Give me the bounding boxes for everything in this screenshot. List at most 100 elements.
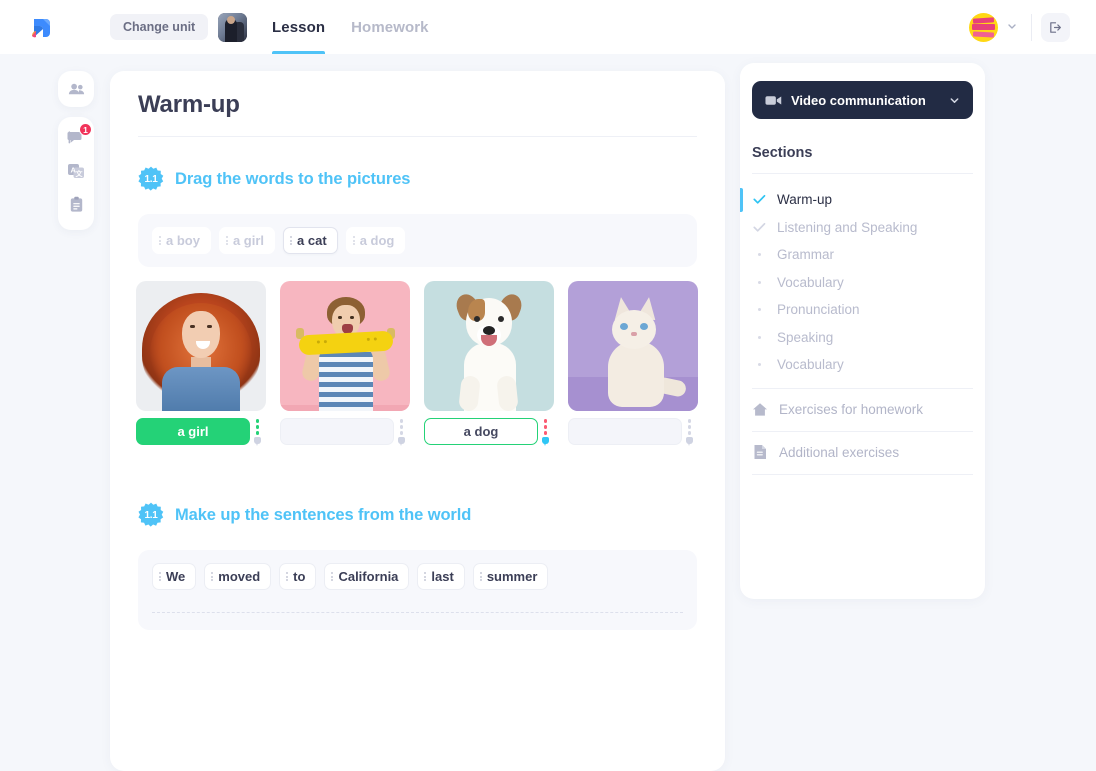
left-rail-group-2: 1 A 文 bbox=[58, 117, 94, 230]
drag-handle-icon[interactable] bbox=[424, 572, 426, 581]
answer-box[interactable] bbox=[568, 418, 682, 445]
answer-drop-divider bbox=[152, 612, 683, 613]
word-chip[interactable]: California bbox=[324, 563, 409, 590]
svg-text:文: 文 bbox=[76, 169, 84, 178]
word-chip[interactable]: a boy bbox=[152, 227, 211, 254]
answer-status-marker[interactable] bbox=[397, 419, 406, 444]
logout-button[interactable] bbox=[1041, 13, 1070, 42]
sidebar-item-vocabulary-1[interactable]: Vocabulary bbox=[740, 269, 985, 297]
answer-cell-girl: a girl bbox=[136, 418, 266, 445]
word-chip[interactable]: a girl bbox=[219, 227, 275, 254]
exercise-number-badge: 1.1 bbox=[138, 166, 164, 192]
additional-exercises-label: Additional exercises bbox=[779, 445, 899, 460]
document-icon bbox=[752, 444, 768, 460]
answer-box[interactable] bbox=[280, 418, 394, 445]
picture-cat[interactable] bbox=[568, 281, 698, 411]
sections-divider bbox=[752, 173, 973, 174]
topbar-divider bbox=[1031, 14, 1032, 41]
answer-cell-cat bbox=[568, 418, 698, 445]
sidebar-item-label: Pronunciation bbox=[777, 302, 860, 317]
picture-dog[interactable] bbox=[424, 281, 554, 411]
sidebar-item-label: Warm-up bbox=[777, 192, 832, 207]
left-rail-group-1 bbox=[58, 71, 94, 107]
answer-status-marker[interactable] bbox=[253, 419, 262, 444]
check-icon bbox=[752, 194, 766, 205]
drag-handle-icon[interactable] bbox=[159, 236, 161, 245]
drag-handle-icon[interactable] bbox=[331, 572, 333, 581]
word-chip-label: summer bbox=[487, 569, 538, 584]
sidebar-item-label: Grammar bbox=[777, 247, 834, 262]
word-chip-label: We bbox=[166, 569, 185, 584]
word-chip-label: to bbox=[293, 569, 305, 584]
picture-row bbox=[136, 281, 698, 411]
word-chip[interactable]: moved bbox=[204, 563, 271, 590]
picture-boy[interactable] bbox=[280, 281, 410, 411]
drag-handle-icon[interactable] bbox=[286, 572, 288, 581]
word-chip[interactable]: summer bbox=[473, 563, 549, 590]
clipboard-icon[interactable] bbox=[65, 193, 87, 215]
chevron-down-icon[interactable] bbox=[1007, 21, 1017, 31]
exercises-for-homework-label: Exercises for homework bbox=[779, 402, 923, 417]
word-chip-label: last bbox=[431, 569, 453, 584]
answer-cell-dog: a dog bbox=[424, 418, 554, 445]
sidebar-item-warm-up[interactable]: Warm-up bbox=[740, 186, 985, 214]
word-chip[interactable]: a dog bbox=[346, 227, 406, 254]
answer-status-marker[interactable] bbox=[685, 419, 694, 444]
chevron-down-icon bbox=[949, 95, 960, 106]
exercise-1-header: 1.1 Drag the words to the pictures bbox=[138, 166, 410, 192]
logout-icon bbox=[1048, 20, 1063, 35]
dot-icon bbox=[752, 281, 766, 284]
exercise-2-title: Make up the sentences from the world bbox=[175, 506, 471, 525]
translate-icon[interactable]: A 文 bbox=[65, 160, 87, 182]
exercise-number-badge: 1.1 bbox=[138, 502, 164, 528]
title-divider bbox=[138, 136, 697, 137]
drag-handle-icon[interactable] bbox=[211, 572, 213, 581]
sidebar-item-speaking[interactable]: Speaking bbox=[740, 324, 985, 352]
tab-lesson[interactable]: Lesson bbox=[272, 0, 325, 54]
dot-icon bbox=[752, 253, 766, 256]
sidebar-item-label: Speaking bbox=[777, 330, 833, 345]
unit-thumbnail[interactable] bbox=[218, 13, 247, 42]
exercise-number: 1.1 bbox=[144, 510, 157, 521]
sections-list: Warm-up Listening and Speaking Grammar V… bbox=[740, 186, 985, 379]
dot-icon bbox=[752, 336, 766, 339]
sidebar-item-label: Listening and Speaking bbox=[777, 220, 917, 235]
people-icon[interactable] bbox=[65, 78, 87, 100]
video-communication-button[interactable]: Video communication bbox=[752, 81, 973, 119]
drag-handle-icon[interactable] bbox=[159, 572, 161, 581]
drag-handle-icon[interactable] bbox=[290, 236, 292, 245]
exercises-for-homework-link[interactable]: Exercises for homework bbox=[752, 388, 923, 430]
word-chip-label: a boy bbox=[166, 233, 200, 248]
home-icon bbox=[752, 402, 768, 417]
word-chip[interactable]: to bbox=[279, 563, 316, 590]
additional-exercises-link[interactable]: Additional exercises bbox=[752, 431, 899, 473]
sidebar-item-pronunciation[interactable]: Pronunciation bbox=[740, 296, 985, 324]
answer-box[interactable]: a dog bbox=[424, 418, 538, 445]
chat-flag-icon[interactable]: 1 bbox=[65, 127, 87, 149]
tab-homework[interactable]: Homework bbox=[351, 0, 429, 54]
word-chip[interactable]: a cat bbox=[283, 227, 338, 254]
answer-status-marker[interactable] bbox=[541, 419, 550, 444]
right-panel: Video communication Sections Warm-up Li bbox=[740, 63, 985, 599]
check-icon bbox=[752, 222, 766, 233]
word-chip-label: a dog bbox=[360, 233, 395, 248]
change-unit-button[interactable]: Change unit bbox=[110, 14, 208, 40]
word-chip-label: a girl bbox=[233, 233, 264, 248]
picture-girl[interactable] bbox=[136, 281, 266, 411]
sidebar-item-vocabulary-2[interactable]: Vocabulary bbox=[740, 351, 985, 379]
drag-handle-icon[interactable] bbox=[353, 236, 355, 245]
video-communication-label: Video communication bbox=[791, 93, 940, 108]
exercise-1-title: Drag the words to the pictures bbox=[175, 170, 410, 189]
dot-icon bbox=[752, 363, 766, 366]
top-bar: Change unit Lesson Homework bbox=[0, 0, 1096, 54]
drag-handle-icon[interactable] bbox=[480, 572, 482, 581]
drag-handle-icon[interactable] bbox=[226, 236, 228, 245]
skyeng-logo-icon[interactable] bbox=[26, 12, 56, 42]
answer-box[interactable]: a girl bbox=[136, 418, 250, 445]
profile-avatar[interactable] bbox=[969, 13, 998, 42]
panel-divider bbox=[752, 474, 973, 475]
word-chip[interactable]: We bbox=[152, 563, 196, 590]
sidebar-item-grammar[interactable]: Grammar bbox=[740, 241, 985, 269]
word-chip[interactable]: last bbox=[417, 563, 464, 590]
sidebar-item-listening-and-speaking[interactable]: Listening and Speaking bbox=[740, 214, 985, 242]
